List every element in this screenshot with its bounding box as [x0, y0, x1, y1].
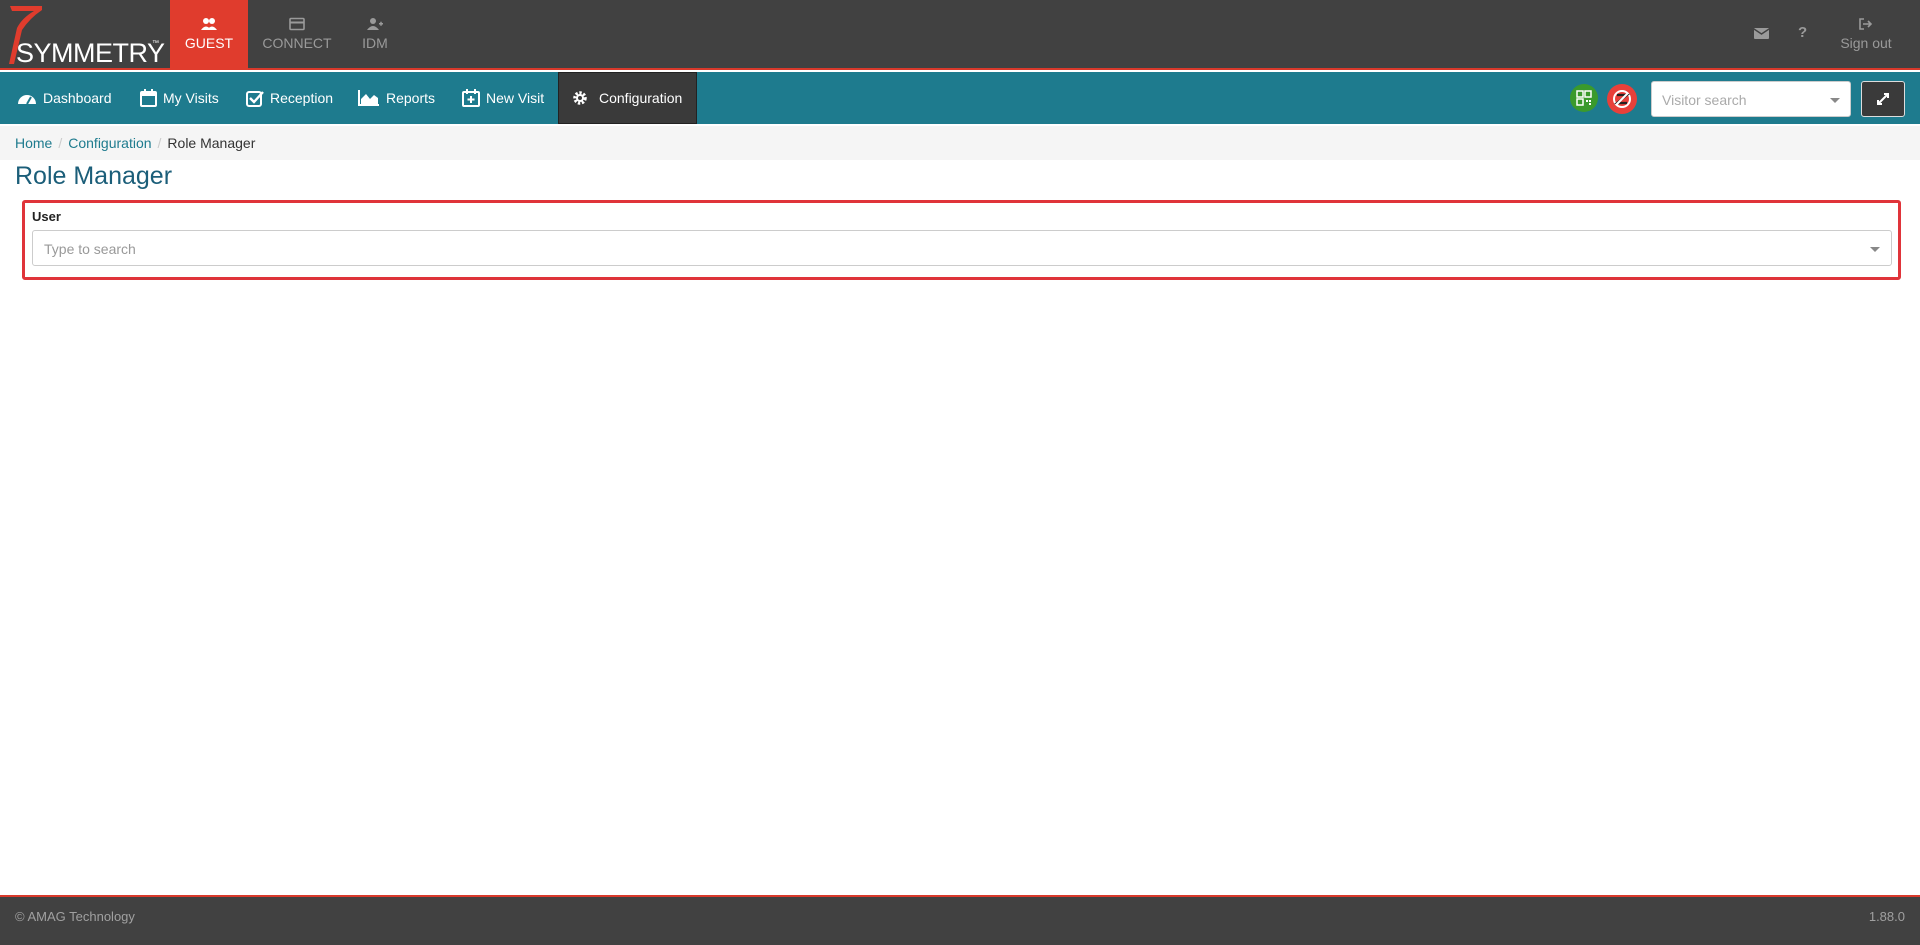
breadcrumb-configuration[interactable]: Configuration — [68, 135, 151, 151]
module-guest-tab[interactable]: GUEST — [170, 0, 248, 70]
logo-trademark: ™ — [152, 40, 159, 47]
footer-copyright: © AMAG Technology — [15, 909, 135, 924]
sign-out-button[interactable]: Sign out — [1832, 0, 1900, 70]
ban-icon — [1613, 90, 1631, 108]
card-icon — [289, 17, 305, 31]
nav-reports[interactable]: Reports — [358, 72, 435, 124]
page-title: Role Manager — [15, 162, 173, 190]
breadcrumb-current: Role Manager — [167, 135, 256, 151]
nav-new-visit[interactable]: New Visit — [462, 72, 544, 124]
user-selection-panel: User Type to search — [22, 200, 1901, 280]
user-search-placeholder: Type to search — [44, 241, 136, 257]
qr-status-button[interactable] — [1570, 84, 1598, 112]
sign-out-icon — [1859, 18, 1873, 30]
top-bar: SYMMETRY ™ GUEST CONNECT IDM ? Sign out — [0, 0, 1920, 70]
nav-reception-label: Reception — [270, 90, 334, 106]
footer-version: 1.88.0 — [1868, 909, 1905, 924]
module-idm-tab[interactable]: IDM — [350, 0, 400, 70]
nav-my-visits-label: My Visits — [163, 90, 219, 106]
sign-out-label: Sign out — [1840, 35, 1892, 51]
module-connect-tab[interactable]: CONNECT — [256, 0, 338, 70]
chevron-down-icon — [1830, 98, 1840, 103]
gear-icon — [573, 91, 587, 105]
module-idm-label: IDM — [362, 35, 388, 51]
user-search-select[interactable]: Type to search — [32, 230, 1892, 266]
visitor-search-placeholder: Visitor search — [1662, 92, 1747, 108]
calendar-icon — [140, 89, 157, 107]
symmetry-logo[interactable]: SYMMETRY ™ — [0, 0, 170, 70]
nav-new-visit-label: New Visit — [486, 90, 545, 106]
footer: © AMAG Technology 1.88.0 — [0, 895, 1920, 945]
qr-code-icon — [1576, 90, 1592, 106]
logo-text: SYMMETRY — [16, 38, 165, 68]
visitor-search-select[interactable]: Visitor search — [1651, 81, 1851, 117]
blocked-status-button[interactable] — [1607, 84, 1637, 114]
breadcrumb-separator: / — [157, 135, 162, 151]
breadcrumb-home[interactable]: Home — [15, 135, 52, 151]
breadcrumb: Home / Configuration / Role Manager — [0, 126, 1920, 160]
calendar-plus-icon — [462, 89, 480, 107]
module-connect-label: CONNECT — [262, 35, 332, 51]
nav-reports-label: Reports — [386, 90, 436, 106]
dashboard-icon — [18, 95, 36, 105]
fullscreen-button[interactable] — [1861, 81, 1905, 117]
user-plus-icon — [367, 18, 383, 30]
nav-configuration[interactable]: Configuration — [558, 72, 697, 124]
nav-dashboard[interactable]: Dashboard — [17, 72, 112, 124]
user-label: User — [32, 209, 61, 224]
users-icon — [201, 18, 217, 30]
nav-my-visits[interactable]: My Visits — [140, 72, 219, 124]
nav-dashboard-label: Dashboard — [43, 90, 112, 106]
area-chart-icon — [358, 90, 379, 106]
help-icon[interactable]: ? — [1798, 24, 1807, 41]
expand-icon — [1877, 93, 1889, 105]
breadcrumb-separator: / — [58, 135, 63, 151]
chevron-down-icon — [1870, 247, 1880, 252]
check-square-icon — [246, 90, 264, 107]
module-guest-label: GUEST — [184, 35, 234, 51]
nav-reception[interactable]: Reception — [246, 72, 333, 124]
nav-configuration-label: Configuration — [599, 90, 683, 106]
envelope-icon[interactable] — [1753, 26, 1770, 43]
